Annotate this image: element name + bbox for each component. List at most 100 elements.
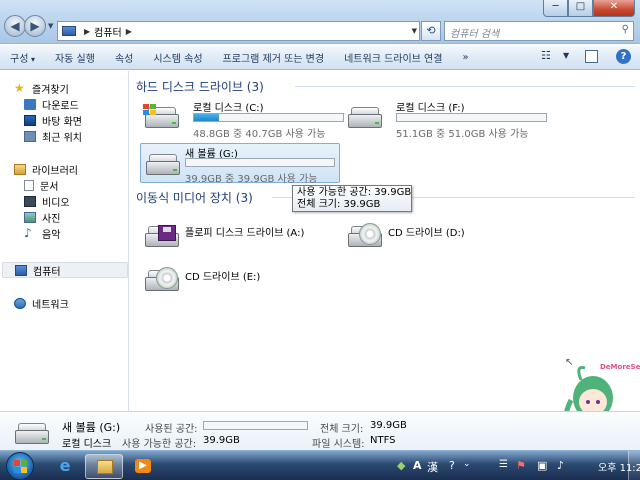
system-properties-button[interactable]: 시스템 속성 [143, 50, 212, 65]
nav-label: 음악 [42, 229, 61, 241]
hard-drive-icon [142, 104, 182, 132]
detail-fs-label: 파일 시스템: [312, 439, 365, 450]
hard-drive-icon [143, 151, 183, 179]
group-header-hard-disks[interactable]: 하드 디스크 드라이브 (3) [136, 78, 264, 95]
forward-arrow-icon[interactable]: ▶ [24, 15, 46, 37]
hard-drive-icon [345, 104, 385, 132]
drive-tile-a[interactable]: 플로피 디스크 드라이브 (A:) [140, 211, 320, 251]
detail-free-label: 사용 가능한 공간: [122, 439, 197, 450]
drive-tile-e[interactable]: CD 드라이브 (E:) [140, 255, 320, 295]
usage-bar [396, 113, 547, 122]
library-icon [14, 163, 26, 175]
maximize-button[interactable]: □ [568, 0, 593, 17]
detail-fs-value: NTFS [370, 435, 396, 446]
cd-disc-icon [156, 267, 178, 289]
internet-explorer-icon: e [59, 456, 71, 475]
chevron-right-icon[interactable]: ▶ [84, 27, 90, 36]
nav-label: 최근 위치 [42, 132, 82, 144]
drive-name: 플로피 디스크 드라이브 (A:) [185, 228, 305, 239]
tray-expand-icon[interactable]: ⌄ [463, 459, 471, 469]
nav-label: 다운로드 [42, 100, 79, 112]
back-arrow-icon[interactable]: ◀ [4, 15, 26, 37]
tray-options-icon[interactable]: ☰ [499, 459, 508, 470]
detail-drive-name: 새 볼륨 (G:) [62, 421, 121, 434]
nav-network[interactable]: 네트워크 [14, 295, 140, 311]
nav-label: 바탕 화면 [42, 116, 82, 128]
music-note-icon: ♪ [24, 225, 32, 240]
drive-space-info: 39.9GB 중 39.9GB 사용 가능 [185, 174, 318, 185]
network-status-icon[interactable]: ▣ [537, 459, 547, 472]
breadcrumb-computer[interactable]: 컴퓨터 [94, 24, 122, 39]
language-bar-icon[interactable]: ◆ [397, 459, 405, 472]
nav-label: 사진 [42, 213, 61, 225]
more-commands-button[interactable]: » [452, 52, 478, 63]
address-bar[interactable]: ▶ 컴퓨터 ▶ ▼ [57, 21, 420, 41]
ime-mode-a[interactable]: A [413, 459, 422, 472]
drive-tooltip: 사용 가능한 공간: 39.9GB 전체 크기: 39.9GB [292, 185, 412, 212]
help-button[interactable]: ? [616, 49, 631, 64]
computer-icon [15, 264, 27, 276]
history-dropdown-icon[interactable]: ▼ [48, 22, 53, 30]
drive-name: 로컬 디스크 (C:) [193, 103, 264, 114]
close-button[interactable]: ✕ [593, 0, 635, 17]
ime-help-icon[interactable]: ? [449, 459, 455, 472]
preview-pane-icon[interactable] [585, 50, 598, 63]
map-network-drive-button[interactable]: 네트워크 드라이브 연결 [334, 50, 452, 65]
details-pane: 새 볼륨 (G:) 로컬 디스크 사용된 공간: 사용 가능한 공간: 39.9… [0, 411, 640, 450]
properties-button[interactable]: 속성 [105, 50, 143, 65]
drive-tile-c[interactable]: 로컬 디스크 (C:) 48.8GB 중 40.7GB 사용 가능 [140, 97, 344, 140]
star-icon: ★ [14, 80, 25, 95]
refresh-icon[interactable]: ⟲ [421, 21, 441, 41]
nav-favorites[interactable]: ★ 즐겨찾기 [14, 80, 140, 96]
recent-places-icon [24, 130, 36, 142]
desktop-icon [24, 114, 36, 126]
start-button[interactable] [6, 452, 34, 480]
drive-tile-f[interactable]: 로컬 디스크 (F:) 51.1GB 중 51.0GB 사용 가능 [343, 97, 547, 140]
search-placeholder: 컴퓨터 검색 [450, 29, 500, 40]
detail-free-value: 39.9GB [203, 435, 240, 446]
group-header-removable[interactable]: 이동식 미디어 장치 (3) [136, 189, 253, 206]
windows-logo-icon [143, 104, 157, 116]
change-view-icon[interactable]: ☷ [541, 49, 551, 62]
video-icon [24, 195, 36, 207]
action-center-icon[interactable]: ⚑ [516, 459, 526, 472]
uninstall-program-button[interactable]: 프로그램 제거 또는 변경 [213, 50, 335, 65]
nav-label: 라이브러리 [32, 165, 78, 177]
organize-button[interactable]: 구성 [0, 50, 45, 65]
drive-space-info: 48.8GB 중 40.7GB 사용 가능 [193, 129, 326, 140]
drive-tile-d[interactable]: CD 드라이브 (D:) [343, 211, 523, 251]
taskbar-windows-explorer[interactable] [85, 454, 123, 479]
command-bar: 구성 자동 실행 속성 시스템 속성 프로그램 제거 또는 변경 네트워크 드라… [0, 45, 640, 70]
network-icon [14, 297, 26, 309]
download-folder-icon [24, 98, 36, 110]
minimize-button[interactable]: ─ [543, 0, 568, 17]
nav-libraries[interactable]: 라이브러리 [14, 161, 140, 177]
nav-label: 네트워크 [32, 299, 69, 311]
show-desktop-button[interactable] [628, 451, 640, 480]
computer-icon [62, 26, 76, 36]
usage-bar [185, 158, 335, 167]
cd-drive-icon [345, 223, 385, 251]
chevron-right-icon[interactable]: ▶ [126, 27, 132, 36]
taskbar-media-player[interactable]: ▶ [124, 454, 162, 479]
mascot-watermark: DeMoreSee [600, 363, 640, 371]
tooltip-free-space: 사용 가능한 공간: 39.9GB [297, 187, 412, 198]
address-dropdown-icon[interactable]: ▼ [412, 27, 417, 35]
window-header: ◀ ▶ ▼ ▶ 컴퓨터 ▶ ▼ ⟲ 컴퓨터 검색 ⚲ ─ □ ✕ [0, 0, 640, 44]
autoplay-button[interactable]: 자동 실행 [45, 50, 105, 65]
hard-drive-icon [12, 420, 49, 446]
drive-name: CD 드라이브 (D:) [388, 228, 465, 239]
floppy-disk-icon [158, 225, 176, 241]
volume-icon[interactable]: ♪ [557, 459, 564, 472]
search-input[interactable]: 컴퓨터 검색 ⚲ [444, 21, 634, 41]
ime-mode-hanja[interactable]: 漢 [427, 459, 438, 475]
cd-drive-icon [142, 267, 182, 295]
view-dropdown-icon[interactable]: ▼ [563, 51, 569, 60]
search-icon[interactable]: ⚲ [622, 24, 629, 35]
system-tray: ◆ A 漢 ? ⌄ ☰ ⚑ ▣ ♪ 오후 11:29 [395, 451, 640, 480]
nav-label: 컴퓨터 [33, 266, 61, 278]
taskbar-internet-explorer[interactable]: e [46, 454, 84, 479]
nav-computer[interactable]: 컴퓨터 [2, 262, 128, 278]
drive-tile-g[interactable]: 새 볼륨 (G:) 39.9GB 중 39.9GB 사용 가능 [140, 143, 340, 185]
detail-used-label: 사용된 공간: [145, 424, 198, 435]
